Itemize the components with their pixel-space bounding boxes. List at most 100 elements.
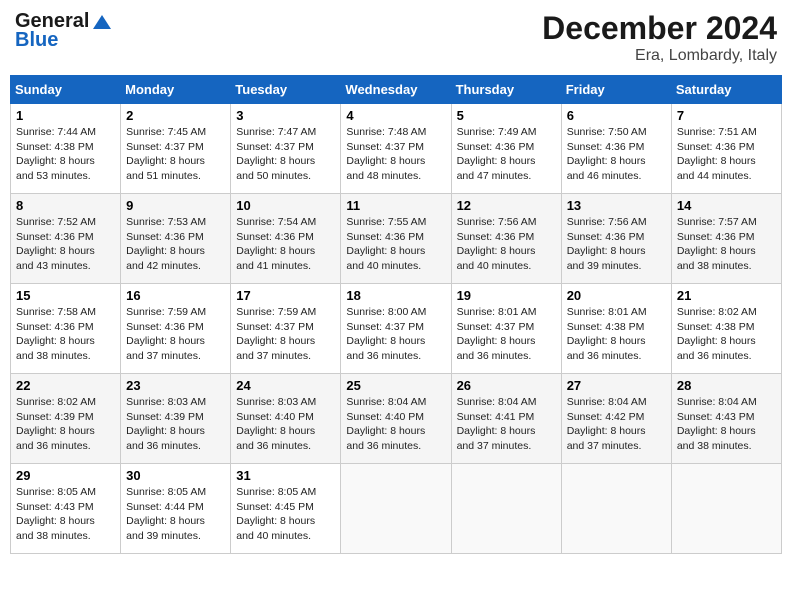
calendar-header-row: SundayMondayTuesdayWednesdayThursdayFrid… xyxy=(11,76,782,104)
calendar-cell: 4 Sunrise: 7:48 AMSunset: 4:37 PMDaylight… xyxy=(341,104,451,194)
day-number: 6 xyxy=(567,108,666,123)
logo: General Blue xyxy=(15,10,111,52)
calendar-cell: 30 Sunrise: 8:05 AMSunset: 4:44 PMDayligh… xyxy=(121,464,231,554)
day-info: Sunrise: 7:47 AMSunset: 4:37 PMDaylight:… xyxy=(236,125,335,184)
day-info: Sunrise: 7:44 AMSunset: 4:38 PMDaylight:… xyxy=(16,125,115,184)
header: General Blue December 2024 Era, Lombardy… xyxy=(10,10,782,65)
day-number: 18 xyxy=(346,288,445,303)
day-number: 28 xyxy=(677,378,776,393)
day-info: Sunrise: 7:52 AMSunset: 4:36 PMDaylight:… xyxy=(16,215,115,274)
day-number: 11 xyxy=(346,198,445,213)
calendar-week-row: 1 Sunrise: 7:44 AMSunset: 4:38 PMDaylight… xyxy=(11,104,782,194)
day-info: Sunrise: 8:00 AMSunset: 4:37 PMDaylight:… xyxy=(346,305,445,364)
day-info: Sunrise: 8:01 AMSunset: 4:37 PMDaylight:… xyxy=(457,305,556,364)
day-number: 30 xyxy=(126,468,225,483)
calendar-cell xyxy=(341,464,451,554)
calendar-cell xyxy=(561,464,671,554)
day-info: Sunrise: 8:02 AMSunset: 4:38 PMDaylight:… xyxy=(677,305,776,364)
calendar-cell: 28 Sunrise: 8:04 AMSunset: 4:43 PMDayligh… xyxy=(671,374,781,464)
day-header-wednesday: Wednesday xyxy=(341,76,451,104)
day-info: Sunrise: 7:59 AMSunset: 4:37 PMDaylight:… xyxy=(236,305,335,364)
day-info: Sunrise: 8:04 AMSunset: 4:40 PMDaylight:… xyxy=(346,395,445,454)
calendar-cell: 10Sunrise: 7:54 AMSunset: 4:36 PMDayligh… xyxy=(231,194,341,284)
day-number: 8 xyxy=(16,198,115,213)
day-info: Sunrise: 8:01 AMSunset: 4:38 PMDaylight:… xyxy=(567,305,666,364)
day-number: 21 xyxy=(677,288,776,303)
calendar-cell: 1 Sunrise: 7:44 AMSunset: 4:38 PMDaylight… xyxy=(11,104,121,194)
day-info: Sunrise: 8:04 AMSunset: 4:41 PMDaylight:… xyxy=(457,395,556,454)
calendar-cell: 14 Sunrise: 7:57 AMSunset: 4:36 PMDayligh… xyxy=(671,194,781,284)
calendar-week-row: 8 Sunrise: 7:52 AMSunset: 4:36 PMDaylight… xyxy=(11,194,782,284)
calendar-cell: 7Sunrise: 7:51 AMSunset: 4:36 PMDaylight… xyxy=(671,104,781,194)
day-number: 17 xyxy=(236,288,335,303)
day-number: 12 xyxy=(457,198,556,213)
calendar-week-row: 22Sunrise: 8:02 AMSunset: 4:39 PMDayligh… xyxy=(11,374,782,464)
day-number: 1 xyxy=(16,108,115,123)
day-number: 16 xyxy=(126,288,225,303)
day-number: 9 xyxy=(126,198,225,213)
day-number: 13 xyxy=(567,198,666,213)
day-info: Sunrise: 8:05 AMSunset: 4:45 PMDaylight:… xyxy=(236,485,335,544)
day-number: 20 xyxy=(567,288,666,303)
calendar-cell: 21 Sunrise: 8:02 AMSunset: 4:38 PMDayligh… xyxy=(671,284,781,374)
calendar-cell: 18 Sunrise: 8:00 AMSunset: 4:37 PMDayligh… xyxy=(341,284,451,374)
day-number: 3 xyxy=(236,108,335,123)
day-info: Sunrise: 7:50 AMSunset: 4:36 PMDaylight:… xyxy=(567,125,666,184)
day-info: Sunrise: 7:55 AMSunset: 4:36 PMDaylight:… xyxy=(346,215,445,274)
day-info: Sunrise: 8:04 AMSunset: 4:43 PMDaylight:… xyxy=(677,395,776,454)
calendar-cell: 17 Sunrise: 7:59 AMSunset: 4:37 PMDayligh… xyxy=(231,284,341,374)
day-info: Sunrise: 7:48 AMSunset: 4:37 PMDaylight:… xyxy=(346,125,445,184)
calendar-cell: 11 Sunrise: 7:55 AMSunset: 4:36 PMDayligh… xyxy=(341,194,451,284)
title-area: December 2024 Era, Lombardy, Italy xyxy=(542,10,777,65)
day-number: 25 xyxy=(346,378,445,393)
day-info: Sunrise: 7:58 AMSunset: 4:36 PMDaylight:… xyxy=(16,305,115,364)
calendar-cell: 3 Sunrise: 7:47 AMSunset: 4:37 PMDaylight… xyxy=(231,104,341,194)
calendar-cell: 19 Sunrise: 8:01 AMSunset: 4:37 PMDayligh… xyxy=(451,284,561,374)
day-header-tuesday: Tuesday xyxy=(231,76,341,104)
calendar-table: SundayMondayTuesdayWednesdayThursdayFrid… xyxy=(10,75,782,554)
day-number: 26 xyxy=(457,378,556,393)
day-info: Sunrise: 8:05 AMSunset: 4:44 PMDaylight:… xyxy=(126,485,225,544)
calendar-cell: 16 Sunrise: 7:59 AMSunset: 4:36 PMDayligh… xyxy=(121,284,231,374)
logo-triangle-icon xyxy=(93,15,111,29)
day-header-friday: Friday xyxy=(561,76,671,104)
day-number: 31 xyxy=(236,468,335,483)
day-header-monday: Monday xyxy=(121,76,231,104)
day-number: 27 xyxy=(567,378,666,393)
day-number: 19 xyxy=(457,288,556,303)
day-number: 15 xyxy=(16,288,115,303)
logo-blue: Blue xyxy=(15,29,58,52)
calendar-cell: 29 Sunrise: 8:05 AMSunset: 4:43 PMDayligh… xyxy=(11,464,121,554)
calendar-cell: 20 Sunrise: 8:01 AMSunset: 4:38 PMDayligh… xyxy=(561,284,671,374)
day-info: Sunrise: 7:45 AMSunset: 4:37 PMDaylight:… xyxy=(126,125,225,184)
calendar-cell: 15 Sunrise: 7:58 AMSunset: 4:36 PMDayligh… xyxy=(11,284,121,374)
day-number: 24 xyxy=(236,378,335,393)
day-number: 4 xyxy=(346,108,445,123)
calendar-cell xyxy=(451,464,561,554)
day-header-saturday: Saturday xyxy=(671,76,781,104)
day-number: 5 xyxy=(457,108,556,123)
calendar-cell: 31 Sunrise: 8:05 AMSunset: 4:45 PMDayligh… xyxy=(231,464,341,554)
calendar-cell: 12 Sunrise: 7:56 AMSunset: 4:36 PMDayligh… xyxy=(451,194,561,284)
day-info: Sunrise: 7:49 AMSunset: 4:36 PMDaylight:… xyxy=(457,125,556,184)
calendar-week-row: 15 Sunrise: 7:58 AMSunset: 4:36 PMDayligh… xyxy=(11,284,782,374)
day-header-sunday: Sunday xyxy=(11,76,121,104)
calendar-cell: 8 Sunrise: 7:52 AMSunset: 4:36 PMDaylight… xyxy=(11,194,121,284)
day-info: Sunrise: 7:54 AMSunset: 4:36 PMDaylight:… xyxy=(236,215,335,274)
day-info: Sunrise: 7:57 AMSunset: 4:36 PMDaylight:… xyxy=(677,215,776,274)
calendar-cell: 5 Sunrise: 7:49 AMSunset: 4:36 PMDaylight… xyxy=(451,104,561,194)
calendar-cell: 23Sunrise: 8:03 AMSunset: 4:39 PMDayligh… xyxy=(121,374,231,464)
day-info: Sunrise: 7:56 AMSunset: 4:36 PMDaylight:… xyxy=(457,215,556,274)
calendar-cell: 26 Sunrise: 8:04 AMSunset: 4:41 PMDayligh… xyxy=(451,374,561,464)
day-info: Sunrise: 7:56 AMSunset: 4:36 PMDaylight:… xyxy=(567,215,666,274)
day-info: Sunrise: 7:51 AMSunset: 4:36 PMDaylight:… xyxy=(677,125,776,184)
calendar-cell: 6 Sunrise: 7:50 AMSunset: 4:36 PMDaylight… xyxy=(561,104,671,194)
day-info: Sunrise: 8:04 AMSunset: 4:42 PMDaylight:… xyxy=(567,395,666,454)
calendar-cell: 9Sunrise: 7:53 AMSunset: 4:36 PMDaylight… xyxy=(121,194,231,284)
day-info: Sunrise: 8:05 AMSunset: 4:43 PMDaylight:… xyxy=(16,485,115,544)
day-number: 29 xyxy=(16,468,115,483)
day-number: 14 xyxy=(677,198,776,213)
day-info: Sunrise: 7:59 AMSunset: 4:36 PMDaylight:… xyxy=(126,305,225,364)
day-number: 2 xyxy=(126,108,225,123)
calendar-cell xyxy=(671,464,781,554)
